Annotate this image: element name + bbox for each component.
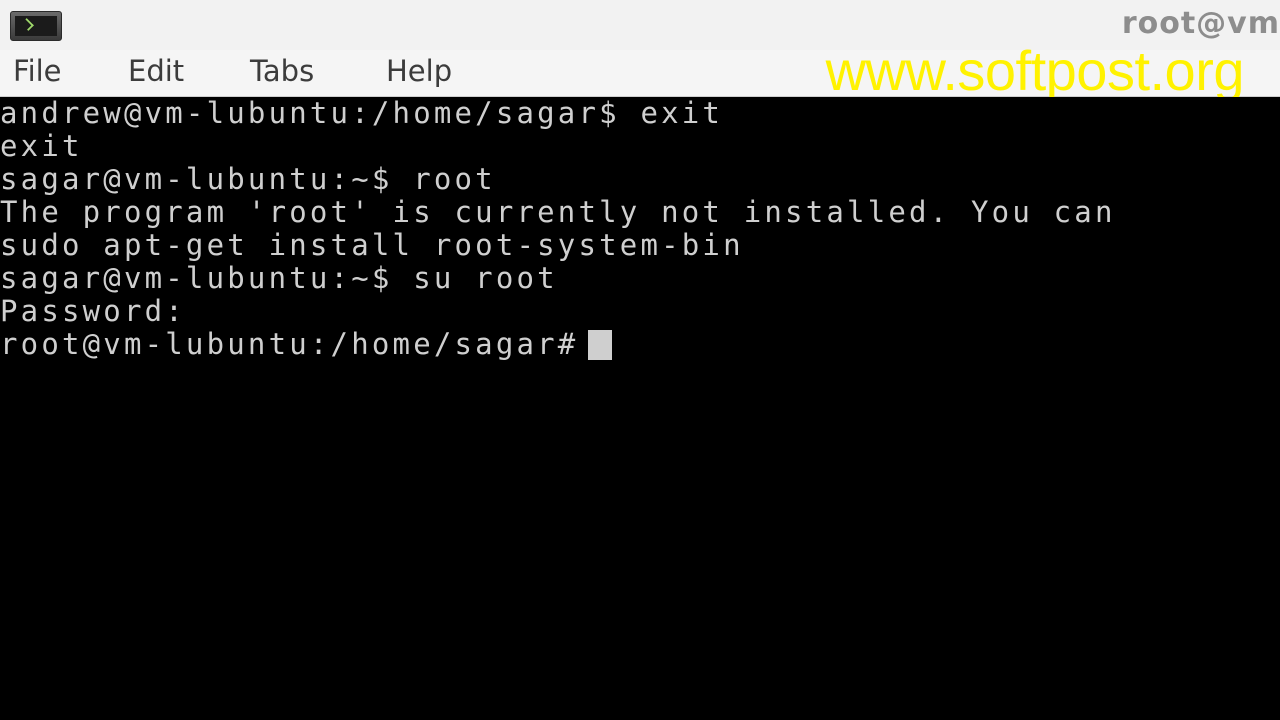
watermark: www.softpost.org	[825, 39, 1245, 102]
menu-help[interactable]: Help	[386, 54, 452, 88]
text-cursor	[588, 330, 613, 360]
terminal-line: andrew@vm-lubuntu:/home/sagar$ exit	[0, 97, 724, 130]
menu-edit[interactable]: Edit	[128, 54, 184, 88]
terminal-line: sudo apt-get install root-system-bin	[0, 228, 744, 262]
terminal-line: The program 'root' is currently not inst…	[0, 195, 1116, 229]
window-title: root@vm	[1121, 6, 1280, 41]
terminal-line: exit	[0, 129, 83, 163]
menu-file[interactable]: File	[13, 54, 62, 88]
menu-tabs[interactable]: Tabs	[250, 54, 314, 88]
terminal-line: Password:	[0, 294, 186, 328]
terminal-icon	[10, 11, 62, 41]
terminal-prompt-line: root@vm-lubuntu:/home/sagar#	[0, 327, 613, 361]
terminal-output[interactable]: andrew@vm-lubuntu:/home/sagar$ exit exit…	[0, 97, 1280, 720]
terminal-line: sagar@vm-lubuntu:~$ su root	[0, 261, 558, 295]
current-prompt: root@vm-lubuntu:/home/sagar#	[0, 327, 579, 361]
terminal-window: root@vm File Edit Tabs Help www.softpost…	[0, 0, 1280, 720]
terminal-line: sagar@vm-lubuntu:~$ root	[0, 162, 496, 196]
